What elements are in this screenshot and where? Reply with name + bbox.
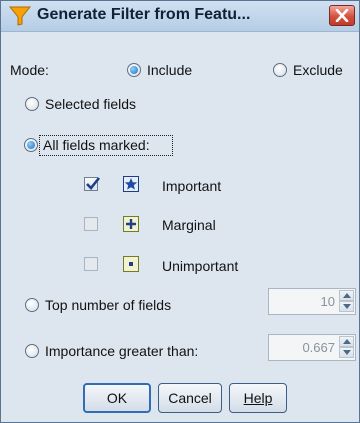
dialog-window: Generate Filter from Featu... Mode: Incl…	[0, 0, 360, 423]
exclude-radio[interactable]	[273, 63, 287, 77]
spin-up-icon[interactable]	[339, 290, 354, 301]
selected-fields-radio[interactable]	[25, 97, 39, 111]
important-label: Important	[162, 178, 222, 194]
importance-greater-label[interactable]: Importance greater than:	[45, 343, 198, 359]
filter-funnel-icon	[9, 6, 31, 26]
importance-greater-spinner[interactable]: 0.667	[268, 334, 356, 361]
window-title: Generate Filter from Featu...	[37, 6, 251, 23]
include-label[interactable]: Include	[147, 62, 192, 78]
unimportant-label: Unimportant	[162, 258, 239, 274]
marginal-label: Marginal	[162, 217, 216, 233]
all-fields-marked-label[interactable]: All fields marked:	[43, 137, 150, 153]
selected-fields-label[interactable]: Selected fields	[45, 96, 136, 112]
top-number-radio[interactable]	[25, 298, 39, 312]
star-icon	[123, 176, 139, 192]
marginal-checkbox[interactable]	[84, 217, 98, 231]
checkmark-icon	[86, 177, 101, 190]
mode-label: Mode:	[10, 62, 49, 78]
help-button[interactable]: Help	[229, 383, 287, 413]
title-bar[interactable]: Generate Filter from Featu...	[1, 1, 359, 32]
dot-icon	[123, 256, 139, 272]
close-button[interactable]	[329, 5, 355, 26]
exclude-label[interactable]: Exclude	[293, 62, 343, 78]
unimportant-checkbox[interactable]	[84, 257, 98, 271]
spinner-arrows[interactable]	[339, 336, 354, 359]
all-fields-marked-radio[interactable]	[24, 138, 38, 152]
close-icon	[335, 9, 349, 22]
spin-down-icon[interactable]	[339, 301, 354, 312]
importance-greater-value[interactable]: 0.667	[302, 340, 335, 355]
top-number-value[interactable]: 10	[321, 294, 335, 309]
top-number-spinner[interactable]: 10	[268, 288, 356, 315]
important-checkbox[interactable]	[84, 177, 101, 191]
spin-up-icon[interactable]	[339, 336, 354, 347]
cancel-button[interactable]: Cancel	[158, 383, 222, 413]
plus-icon	[123, 216, 139, 232]
ok-button[interactable]: OK	[83, 383, 151, 413]
spinner-arrows[interactable]	[339, 290, 354, 313]
top-number-label[interactable]: Top number of fields	[45, 297, 171, 313]
spin-down-icon[interactable]	[339, 347, 354, 358]
include-radio[interactable]	[127, 63, 141, 77]
importance-greater-radio[interactable]	[25, 344, 39, 358]
